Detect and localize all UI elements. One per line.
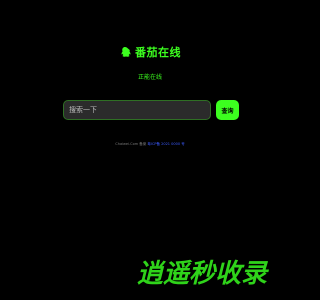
watermark-logo: 逍遥秒收录 (137, 259, 270, 288)
footer-link-number[interactable]: 0000 (171, 142, 180, 146)
search-input[interactable] (63, 100, 211, 120)
watermark-text: 逍遥秒收录 (137, 259, 270, 288)
page: 番茄在线 正能在线 查询 Chaiwei.Com 备案 粤ICP备 2021 0… (0, 0, 300, 300)
site-title: 番茄在线 (135, 46, 181, 59)
footer-link-suffix[interactable]: 号 (181, 142, 185, 146)
qq-penguin-icon (121, 47, 131, 57)
footer-prefix: Chaiwei.Com 备案 (115, 142, 147, 146)
footer-link-icp[interactable]: 粤ICP备 (147, 142, 160, 146)
search-button[interactable]: 查询 (216, 100, 239, 120)
search-bar: 查询 (63, 100, 239, 120)
footer-link-year[interactable]: 2021 (161, 142, 170, 146)
site-subtitle: 正能在线 (137, 74, 162, 81)
footer-links: Chaiwei.Com 备案 粤ICP备 2021 0000 号 (0, 142, 300, 147)
brand-header: 番茄在线 (0, 44, 300, 60)
